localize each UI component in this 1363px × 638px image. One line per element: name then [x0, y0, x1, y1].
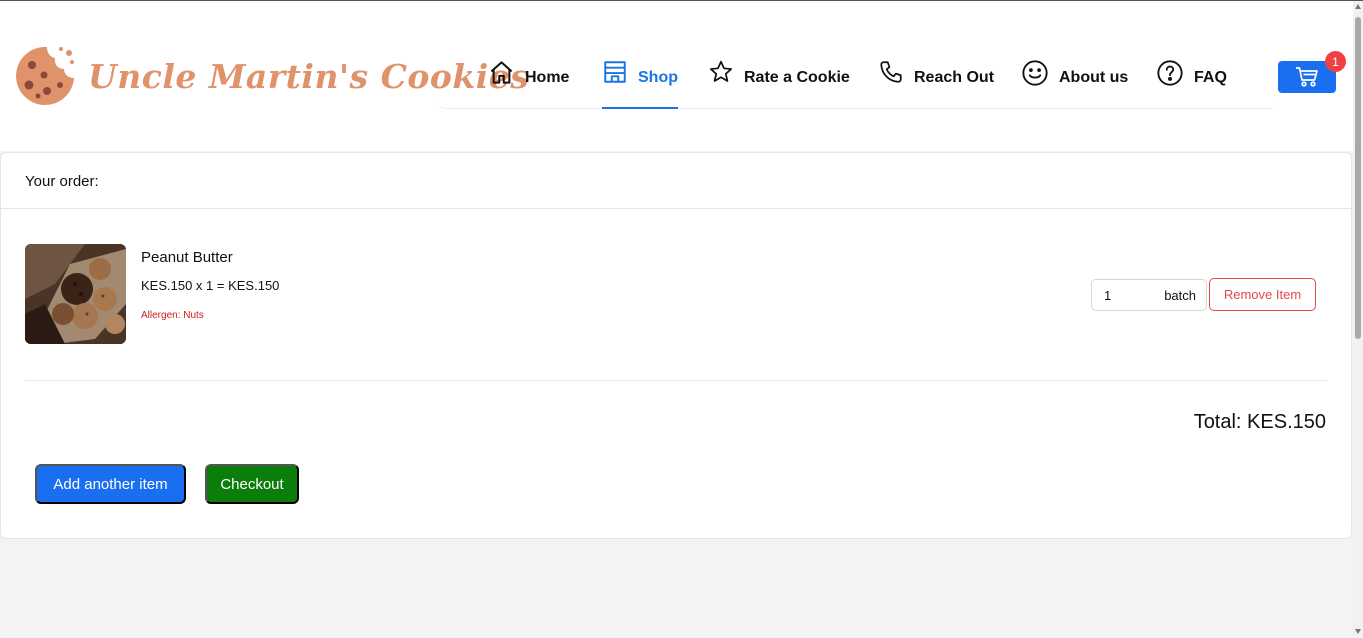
order-divider	[25, 380, 1327, 381]
smile-icon	[1022, 60, 1048, 86]
question-icon	[1157, 60, 1183, 86]
scroll-down-icon[interactable]	[1355, 629, 1361, 634]
nav-about-label: About us	[1059, 69, 1129, 86]
nav-reach-out[interactable]: Reach Out	[878, 59, 994, 109]
quantity-unit: batch	[1164, 287, 1196, 303]
scrollbar-thumb[interactable]	[1355, 17, 1361, 339]
star-icon	[709, 60, 733, 82]
nav-rate-a-cookie[interactable]: Rate a Cookie	[708, 59, 850, 109]
nav-shop-label: Shop	[638, 69, 678, 86]
scroll-up-icon[interactable]	[1355, 4, 1361, 9]
nav-faq[interactable]: FAQ	[1156, 59, 1227, 109]
nav-reach-label: Reach Out	[914, 69, 995, 86]
nav-home[interactable]: Home	[488, 59, 569, 109]
checkout-button[interactable]: Checkout	[205, 464, 299, 504]
cookie-logo-icon	[16, 47, 74, 105]
product-price-line: KES.150 x 1 = KES.150	[141, 278, 280, 293]
order-heading: Your order:	[1, 153, 1351, 209]
quantity-value[interactable]: 1	[1104, 288, 1111, 303]
nav-about-us[interactable]: About us	[1021, 59, 1128, 109]
main-nav: Home Shop Rate a Cookie Reach Out About …	[438, 49, 1276, 109]
shop-icon	[604, 61, 626, 83]
phone-icon	[880, 61, 902, 83]
nav-rate-label: Rate a Cookie	[744, 69, 850, 86]
page-scrollbar[interactable]	[1353, 1, 1363, 638]
nav-home-label: Home	[525, 69, 570, 86]
home-icon	[490, 61, 513, 84]
nav-faq-label: FAQ	[1194, 69, 1227, 86]
remove-item-button[interactable]: Remove Item	[1209, 278, 1316, 311]
product-allergen: Allergen: Nuts	[141, 310, 204, 321]
product-image	[25, 244, 126, 344]
site-header: Uncle Martin's Cookies Home Shop Rate a …	[0, 1, 1353, 151]
order-total: Total: KES.150	[1193, 411, 1326, 433]
product-name: Peanut Butter	[141, 249, 233, 266]
cart-count-badge: 1	[1325, 51, 1346, 72]
nav-shop[interactable]: Shop	[602, 59, 678, 109]
cart-icon	[1296, 67, 1318, 87]
order-card: Your order: Peanut Butter KES.150 x 1 = …	[0, 152, 1352, 539]
add-another-item-button[interactable]: Add another item	[35, 464, 186, 504]
quantity-field[interactable]: 1 batch	[1091, 279, 1207, 311]
